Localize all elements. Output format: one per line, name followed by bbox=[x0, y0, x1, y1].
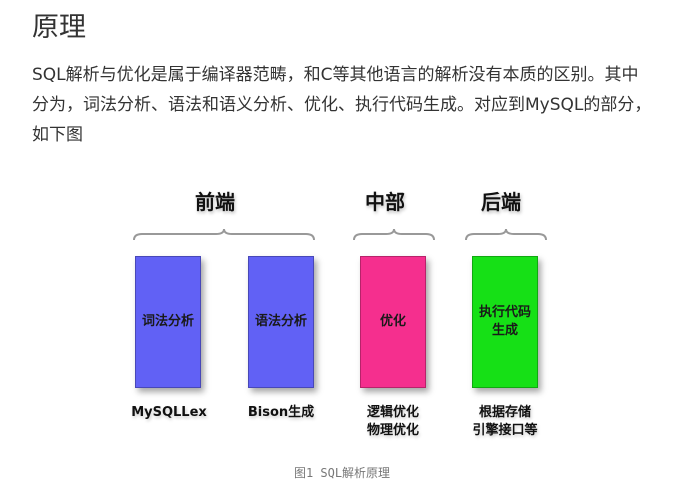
intro-paragraph: SQL解析与优化是属于编译器范畴，和C等其他语言的解析没有本质的区别。其中分为，… bbox=[32, 65, 652, 145]
block-label: 语法分析 bbox=[254, 314, 307, 329]
caption-optimization-detail: 逻辑优化 物理优化 bbox=[366, 405, 419, 438]
group-title-frontend: 前端 bbox=[195, 190, 235, 214]
caption-bison: Bison生成 bbox=[247, 405, 315, 420]
block-syntax-analysis: 语法分析 bbox=[248, 256, 314, 388]
group-title-backend: 后端 bbox=[481, 190, 521, 214]
block-lexical-analysis: 词法分析 bbox=[135, 256, 201, 388]
brace-frontend bbox=[132, 228, 316, 242]
block-code-generation: 执行代码 生成 bbox=[472, 256, 538, 388]
article-page: 原理 SQL解析与优化是属于编译器范畴，和C等其他语言的解析没有本质的区别。其中… bbox=[0, 0, 684, 496]
section-heading: 原理 bbox=[32, 12, 86, 43]
block-label: 执行代码 生成 bbox=[478, 305, 531, 338]
caption-storage-engine: 根据存储 引擎接口等 bbox=[472, 405, 538, 438]
brace-backend bbox=[464, 228, 548, 242]
caption-mysqllex: MySQLLex bbox=[131, 405, 207, 420]
brace-middle bbox=[352, 228, 436, 242]
block-label: 优化 bbox=[379, 314, 406, 329]
block-label: 词法分析 bbox=[141, 314, 194, 329]
sql-parsing-diagram: 前端 中部 后端 词法分析 语法分析 优化 执行代码 生成 MySQLLex B… bbox=[110, 176, 572, 452]
block-optimization: 优化 bbox=[360, 256, 426, 388]
group-title-middle: 中部 bbox=[365, 190, 405, 214]
figure-caption: 图1 SQL解析原理 bbox=[293, 466, 391, 480]
